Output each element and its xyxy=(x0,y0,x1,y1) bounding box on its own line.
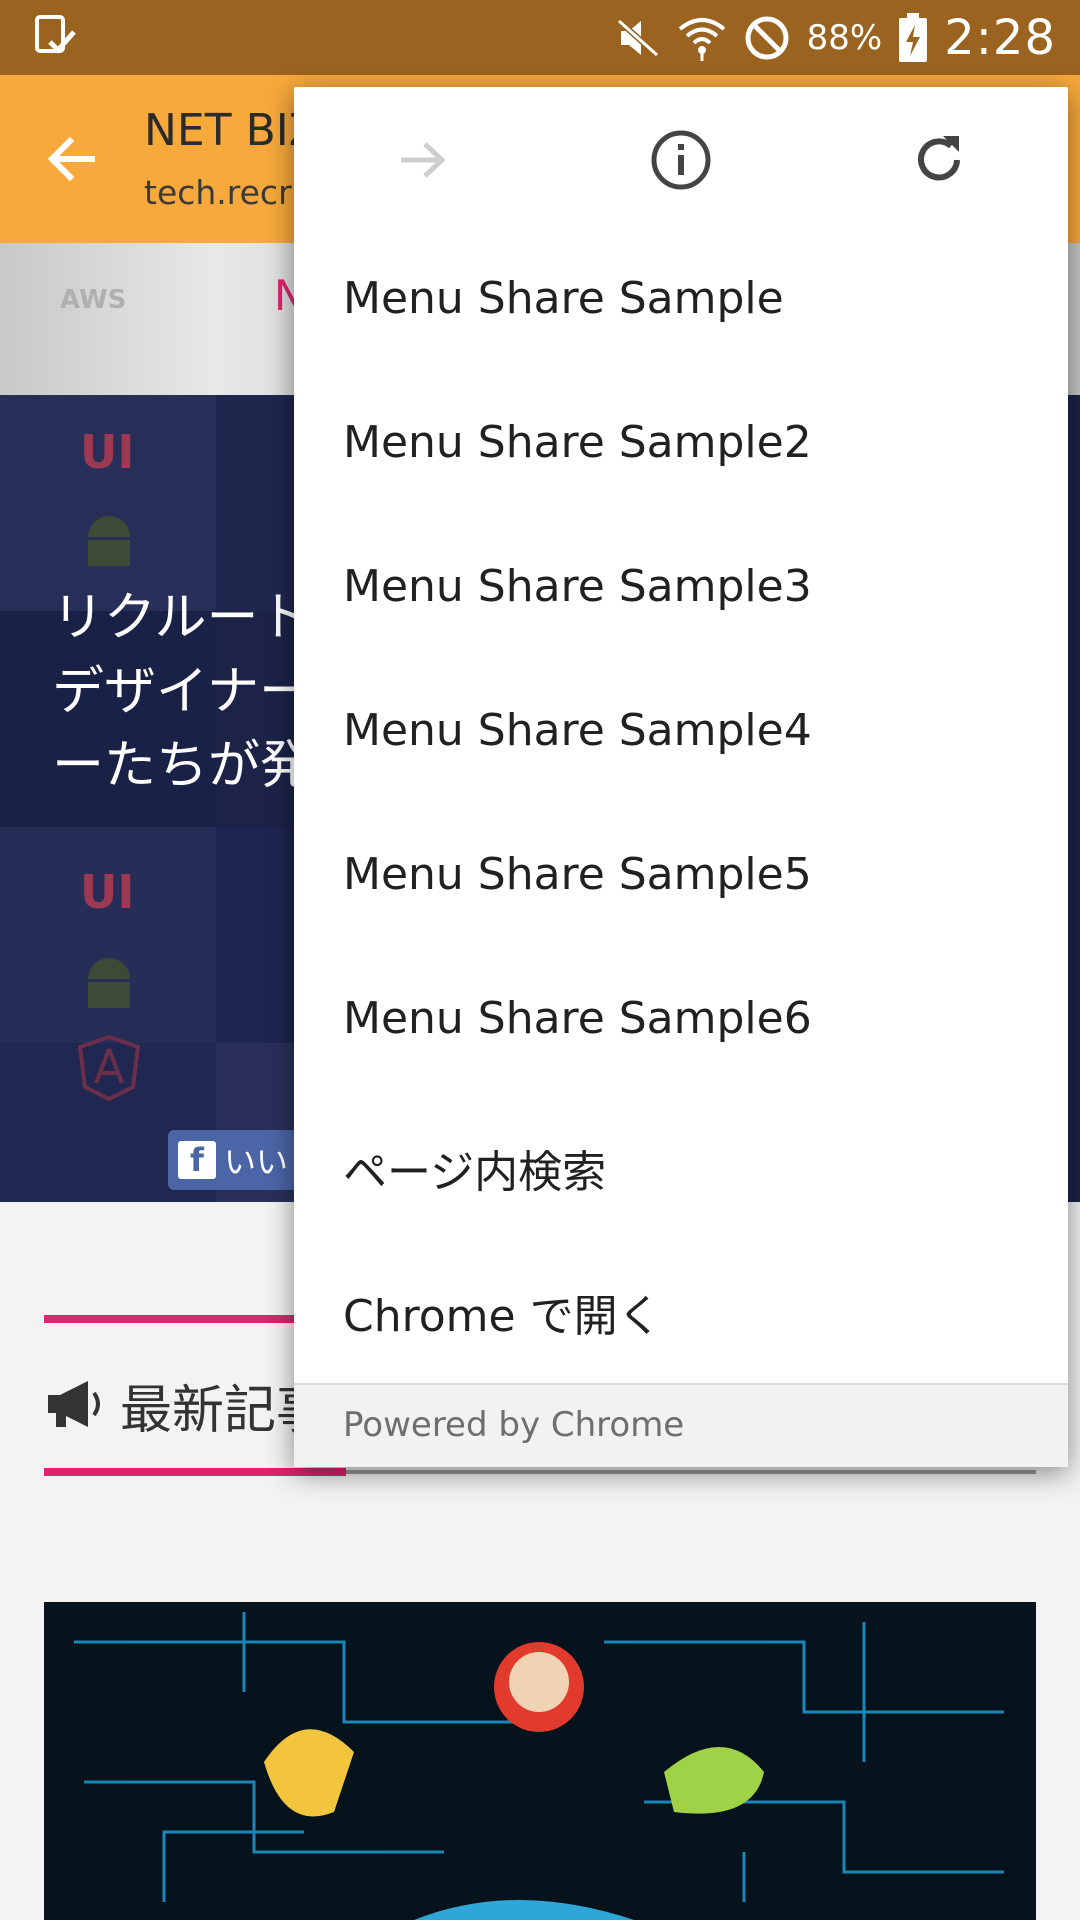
hero-line: ーたちが発 xyxy=(52,736,313,796)
android-icon xyxy=(82,513,136,577)
status-bar: 88% 2:28 xyxy=(0,0,1080,75)
facebook-icon: f xyxy=(178,1141,216,1179)
info-icon[interactable] xyxy=(646,125,716,195)
menu-item-share-sample2[interactable]: Menu Share Sample2 xyxy=(343,417,812,468)
menu-item-share-sample6[interactable]: Menu Share Sample6 xyxy=(343,993,812,1044)
aws-logo: AWS xyxy=(60,285,127,315)
do-not-disturb-icon xyxy=(743,14,791,62)
article-thumbnail[interactable] xyxy=(44,1602,1036,1920)
menu-item-share-sample4[interactable]: Menu Share Sample4 xyxy=(343,705,812,756)
clock: 2:28 xyxy=(944,9,1056,66)
back-arrow-icon[interactable] xyxy=(40,127,104,191)
underline-accent xyxy=(44,1468,346,1476)
menu-item-open-in-chrome[interactable]: Chrome で開く xyxy=(343,1280,662,1344)
angular-icon xyxy=(77,1034,141,1105)
page-url: tech.recru xyxy=(144,173,313,212)
menu-item-share-sample[interactable]: Menu Share Sample xyxy=(343,273,784,324)
circuit-illustration xyxy=(74,1612,1004,1920)
overflow-menu: Menu Share Sample Menu Share Sample2 Men… xyxy=(294,87,1068,1467)
powered-by-chrome-label: Powered by Chrome xyxy=(343,1405,685,1445)
battery-percent: 88% xyxy=(806,17,883,58)
reload-icon[interactable] xyxy=(904,125,974,195)
latest-articles-heading: 最新記事 xyxy=(44,1368,328,1443)
page-title: NET BIZ xyxy=(144,105,319,156)
wifi-icon xyxy=(677,13,727,63)
hero-line: デザイナー xyxy=(52,662,311,722)
facebook-like-button[interactable]: f いい xyxy=(168,1130,308,1190)
underline-rest xyxy=(346,1470,1036,1474)
section-underline xyxy=(44,1468,1036,1476)
forward-icon[interactable] xyxy=(388,125,458,195)
menu-item-share-sample3[interactable]: Menu Share Sample3 xyxy=(343,561,812,612)
facebook-like-label: いい xyxy=(224,1143,289,1181)
menu-item-share-sample5[interactable]: Menu Share Sample5 xyxy=(343,849,812,900)
battery-charging-icon xyxy=(898,12,928,63)
ui-design-logo: UI xyxy=(80,425,135,479)
download-complete-icon xyxy=(34,14,78,60)
menu-item-find-in-page[interactable]: ページ内検索 xyxy=(343,1136,606,1200)
hero-line: リクルート xyxy=(52,588,311,648)
megaphone-icon xyxy=(44,1377,106,1435)
ui-design-logo: UI xyxy=(80,865,135,919)
menu-footer: Powered by Chrome xyxy=(294,1383,1068,1467)
android-icon xyxy=(82,955,136,1019)
menu-icon-row xyxy=(294,87,1068,232)
mute-icon xyxy=(615,15,661,61)
hero-headline: リクルート デザイナー ーたちが発 xyxy=(52,581,312,803)
